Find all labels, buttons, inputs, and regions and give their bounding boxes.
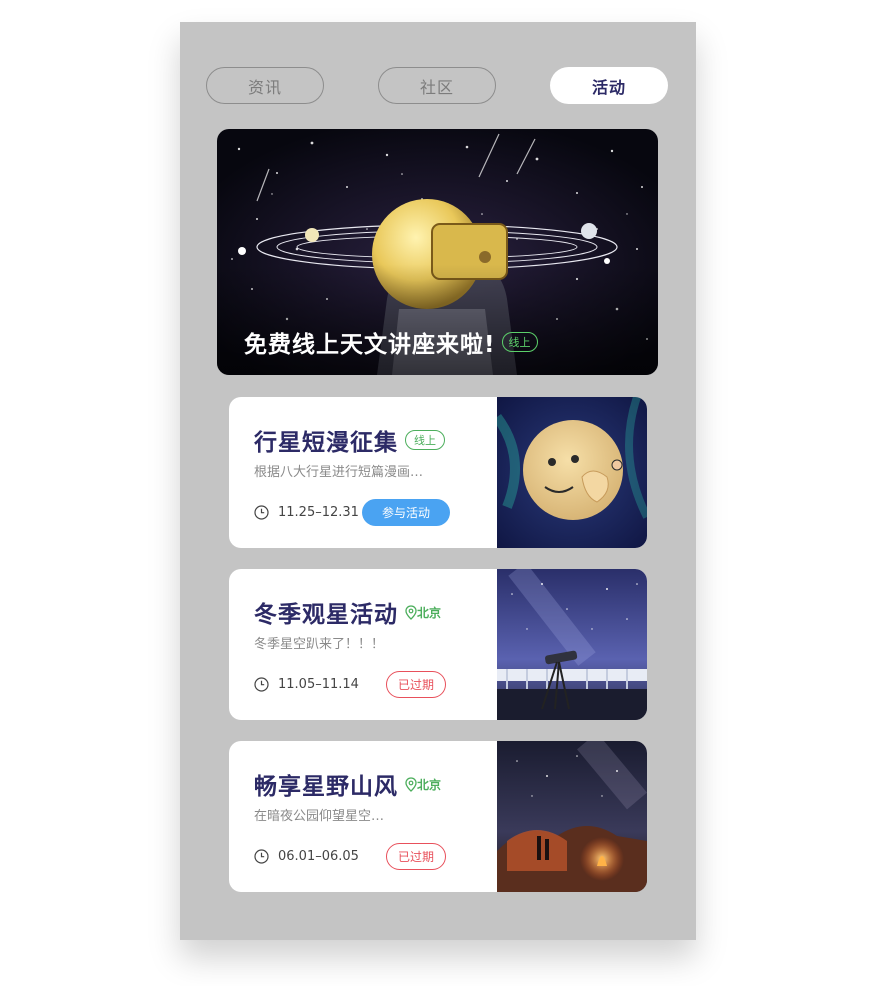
event-location-text: 北京 <box>417 777 442 792</box>
event-title-row: 冬季观星活动 北京 <box>254 595 441 629</box>
event-card[interactable]: 畅享星野山风 北京 在暗夜公园仰望星空… 06.01–06.05 已过期 <box>229 741 647 892</box>
banner-title: 免费线上天文讲座来啦! 线上 <box>244 325 538 359</box>
event-meta: 11.05–11.14 已过期 <box>254 669 446 699</box>
event-location: 北京 <box>405 776 441 793</box>
event-card[interactable]: 行星短漫征集 线上 根据八大行星进行短篇漫画… 11.25–12.31 参与活动 <box>229 397 647 548</box>
clock-icon <box>254 504 269 520</box>
event-thumbnail-stargazing <box>497 569 647 720</box>
event-title: 行星短漫征集 <box>254 430 398 456</box>
location-pin-icon <box>405 604 417 620</box>
online-tag: 线上 <box>501 332 538 352</box>
event-title: 冬季观星活动 <box>254 602 398 628</box>
banner-title-text: 免费线上天文讲座来啦! <box>244 332 496 358</box>
online-tag: 线上 <box>405 430 445 450</box>
event-date: 11.05–11.14 <box>278 676 359 692</box>
expired-badge: 已过期 <box>386 670 446 698</box>
event-title-row: 畅享星野山风 北京 <box>254 767 441 801</box>
app-screen: 资讯 社区 活动 免费线上天文讲座来啦! 线上 行星短漫征集 线上 根据八大行星… <box>180 22 696 940</box>
event-thumbnail-moon <box>497 397 647 548</box>
event-title-row: 行星短漫征集 线上 <box>254 423 445 457</box>
event-date: 06.01–06.05 <box>278 848 359 864</box>
event-thumbnail-campfire <box>497 741 647 892</box>
event-description: 冬季星空趴来了！！！ <box>254 637 385 652</box>
clock-icon <box>254 848 269 864</box>
tab-events[interactable]: 活动 <box>550 67 668 104</box>
event-card[interactable]: 冬季观星活动 北京 冬季星空趴来了！！！ 11.05–11.14 已过期 <box>229 569 647 720</box>
event-title: 畅享星野山风 <box>254 774 398 800</box>
event-location: 北京 <box>405 604 441 621</box>
event-description: 根据八大行星进行短篇漫画… <box>254 465 424 480</box>
tab-news[interactable]: 资讯 <box>206 67 324 104</box>
event-location-text: 北京 <box>417 605 442 620</box>
tab-community[interactable]: 社区 <box>378 67 496 104</box>
location-pin-icon <box>405 776 417 792</box>
join-event-button[interactable]: 参与活动 <box>362 498 450 526</box>
event-description: 在暗夜公园仰望星空… <box>254 809 385 824</box>
expired-badge: 已过期 <box>386 842 446 870</box>
featured-banner[interactable]: 免费线上天文讲座来啦! 线上 <box>217 129 658 375</box>
event-date: 11.25–12.31 <box>278 504 359 520</box>
event-meta: 06.01–06.05 已过期 <box>254 841 446 871</box>
event-meta: 11.25–12.31 参与活动 <box>254 497 450 527</box>
clock-icon <box>254 676 269 692</box>
